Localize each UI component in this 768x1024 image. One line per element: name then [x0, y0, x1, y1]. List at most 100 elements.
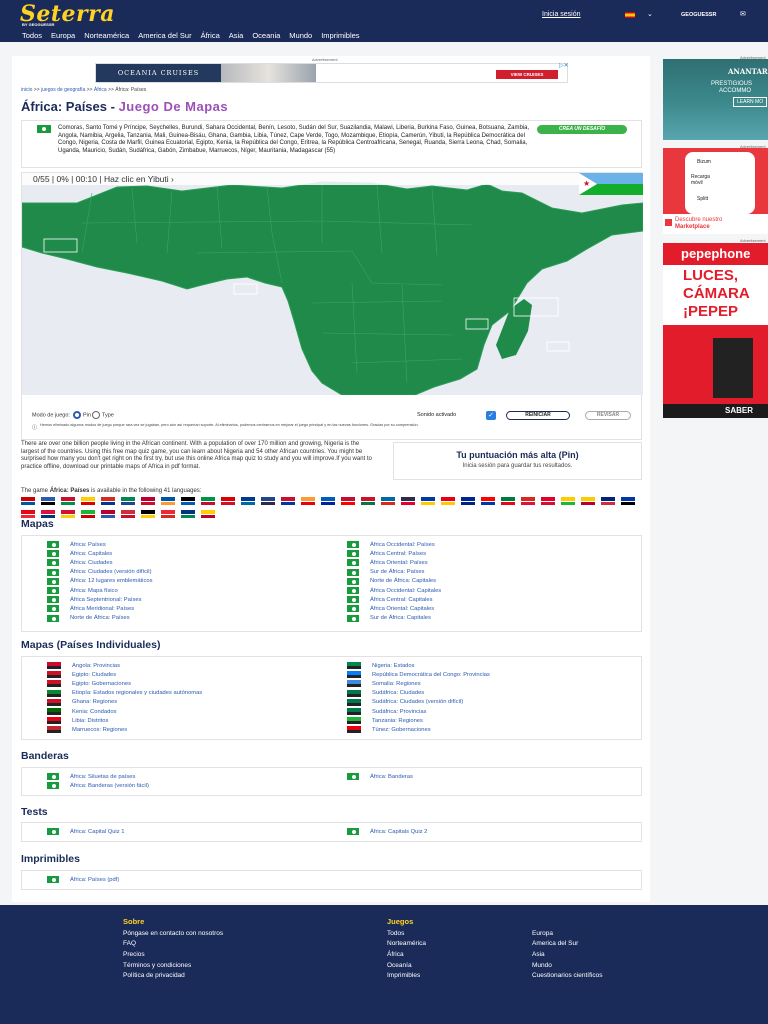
list-item-label[interactable]: África: Mapa físico — [70, 588, 118, 594]
list-item-label[interactable]: Sur de África: Capitales — [370, 615, 431, 621]
language-flag-icon[interactable] — [61, 510, 75, 518]
footer-faq[interactable]: FAQ — [123, 940, 136, 947]
footer-terminos[interactable]: Términos y condiciones — [123, 962, 191, 969]
list-item[interactable]: Etiopía: Estados regionales y ciudades a… — [22, 689, 202, 698]
list-item-label[interactable]: Túnez: Gobernaciones — [372, 727, 431, 733]
footer-cuestionarios[interactable]: Cuestionarios científicos — [532, 972, 602, 979]
list-item-label[interactable]: África Central: Países — [370, 551, 426, 557]
list-item[interactable]: África: Capitals Quiz 2 — [322, 827, 427, 836]
list-item[interactable]: África Central: Países — [322, 549, 441, 558]
language-flag-icon[interactable] — [301, 497, 315, 505]
language-flag-icon[interactable] — [121, 510, 135, 518]
language-flag-icon[interactable] — [101, 497, 115, 505]
list-item-label[interactable]: África: Capitales — [70, 551, 112, 557]
list-item-label[interactable]: África: Siluetas de países — [70, 774, 135, 780]
list-item-label[interactable]: África: Países (pdf) — [70, 877, 119, 883]
language-flag-icon[interactable] — [201, 510, 215, 518]
list-item[interactable]: Ghana: Regiones — [22, 698, 202, 707]
list-item-label[interactable]: Etiopía: Estados regionales y ciudades a… — [72, 690, 202, 696]
list-item-label[interactable]: Sudáfrica: Ciudades — [372, 690, 424, 696]
list-item-label[interactable]: África Occidental: Países — [370, 542, 435, 548]
language-flag-icon[interactable] — [81, 510, 95, 518]
footer-america-sur[interactable]: America del Sur — [532, 940, 578, 947]
nav-asia[interactable]: Asia — [229, 31, 244, 40]
list-item-label[interactable]: África: Capitals Quiz 2 — [370, 829, 427, 835]
mauritius-box[interactable] — [546, 341, 570, 352]
ad-close-icon[interactable]: ▷✕ — [559, 62, 569, 69]
list-item[interactable]: África: Mapa físico — [22, 586, 152, 595]
list-item[interactable]: África Oriental: Países — [322, 558, 441, 567]
list-item-label[interactable]: Somalia: Regiones — [372, 681, 421, 687]
language-flag-icon[interactable] — [221, 497, 235, 505]
type-label[interactable]: Type — [102, 412, 114, 418]
language-flag-icon[interactable] — [601, 497, 615, 505]
language-flag-icon[interactable] — [61, 497, 75, 505]
language-flag-icon[interactable] — [101, 510, 115, 518]
list-item-label[interactable]: África: Países — [70, 542, 106, 548]
list-item-label[interactable]: Egipto: Ciudades — [72, 672, 116, 678]
africa-continent[interactable] — [22, 181, 643, 395]
list-item[interactable]: Marruecos: Regiones — [22, 725, 202, 734]
language-flag-icon[interactable] — [401, 497, 415, 505]
list-item[interactable]: África Septentrional: Países — [22, 595, 152, 604]
list-item-label[interactable]: Sur de África: Países — [370, 569, 424, 575]
list-item[interactable]: Egipto: Gobernaciones — [22, 679, 202, 688]
language-flag-icon[interactable] — [541, 497, 555, 505]
list-item[interactable]: Libia: Distritos — [22, 716, 202, 725]
list-item-label[interactable]: Norte de África: Países — [70, 615, 130, 621]
footer-norteamerica[interactable]: Norteamérica — [387, 940, 426, 947]
list-item[interactable]: África Oriental: Capitales — [322, 604, 441, 613]
nav-todos[interactable]: Todos — [22, 31, 42, 40]
list-item[interactable]: África: Capital Quiz 1 — [22, 827, 124, 836]
language-flag-icon[interactable] — [481, 497, 495, 505]
list-item-label[interactable]: Marruecos: Regiones — [72, 727, 127, 733]
list-item[interactable]: Norte de África: Países — [22, 614, 152, 623]
type-radio[interactable] — [92, 411, 101, 419]
language-flag-icon[interactable] — [21, 497, 35, 505]
list-item-label[interactable]: África Septentrional: Países — [70, 597, 142, 603]
side-ad-2-cta1[interactable]: Descubre nuestro — [675, 217, 722, 223]
list-item-label[interactable]: África: Capital Quiz 1 — [70, 829, 124, 835]
side-ad-1-cta[interactable]: LEARN MO — [733, 97, 768, 107]
side-ad-3-cta[interactable]: SABER — [663, 404, 768, 418]
nav-mundo[interactable]: Mundo — [289, 31, 312, 40]
list-item[interactable]: África Occidental: Capitales — [322, 586, 441, 595]
mail-icon[interactable]: ✉ — [740, 10, 746, 18]
list-item[interactable]: África Meridional: Países — [22, 604, 152, 613]
language-flag-icon[interactable] — [201, 497, 215, 505]
language-flag-icon[interactable] — [281, 497, 295, 505]
top-banner-ad[interactable]: OCEANIA CRUISES VIEW CRUISES ▷✕ — [95, 62, 569, 83]
language-flag-icon[interactable] — [621, 497, 635, 505]
ad-cta-button[interactable]: VIEW CRUISES — [496, 70, 558, 79]
chevron-down-icon[interactable]: ⌄ — [647, 10, 653, 18]
list-item[interactable]: África: Países (pdf) — [22, 875, 119, 884]
list-item-label[interactable]: Libia: Distritos — [72, 718, 108, 724]
nav-europa[interactable]: Europa — [51, 31, 75, 40]
list-item[interactable]: África: Capitales — [22, 549, 152, 558]
footer-asia[interactable]: Asia — [532, 951, 545, 958]
language-flag-icon[interactable] — [181, 497, 195, 505]
language-flag-icon[interactable] — [261, 497, 275, 505]
list-item[interactable]: África: Ciudades — [22, 558, 152, 567]
language-flag-icon[interactable] — [361, 497, 375, 505]
language-flag-icon[interactable] — [141, 497, 155, 505]
list-item[interactable]: África: Siluetas de países — [22, 772, 149, 781]
crumb-inicio[interactable]: inicio — [21, 87, 32, 93]
language-flag-icon[interactable] — [521, 497, 535, 505]
create-challenge-button[interactable]: CREA UN DESAFÍO — [537, 125, 627, 134]
list-item[interactable]: Nigeria: Estados — [322, 661, 490, 670]
language-flag-icon[interactable] — [161, 510, 175, 518]
footer-oceania[interactable]: Oceanía — [387, 962, 412, 969]
language-flag-icon[interactable] — [341, 497, 355, 505]
pin-label[interactable]: Pin — [83, 412, 91, 418]
list-item[interactable]: Norte de África: Capitales — [322, 577, 441, 586]
review-button[interactable]: REVISAR — [585, 411, 631, 420]
list-item[interactable]: Angola: Provincias — [22, 661, 202, 670]
footer-mundo[interactable]: Mundo — [532, 962, 552, 969]
footer-privacidad[interactable]: Política de privacidad — [123, 972, 185, 979]
language-flag-icon[interactable] — [581, 497, 595, 505]
restart-button[interactable]: REINICIAR — [506, 411, 570, 420]
list-item-label[interactable]: África Oriental: Capitales — [370, 606, 434, 612]
list-item-label[interactable]: África: Ciudades — [70, 560, 113, 566]
language-flag-icon[interactable] — [441, 497, 455, 505]
